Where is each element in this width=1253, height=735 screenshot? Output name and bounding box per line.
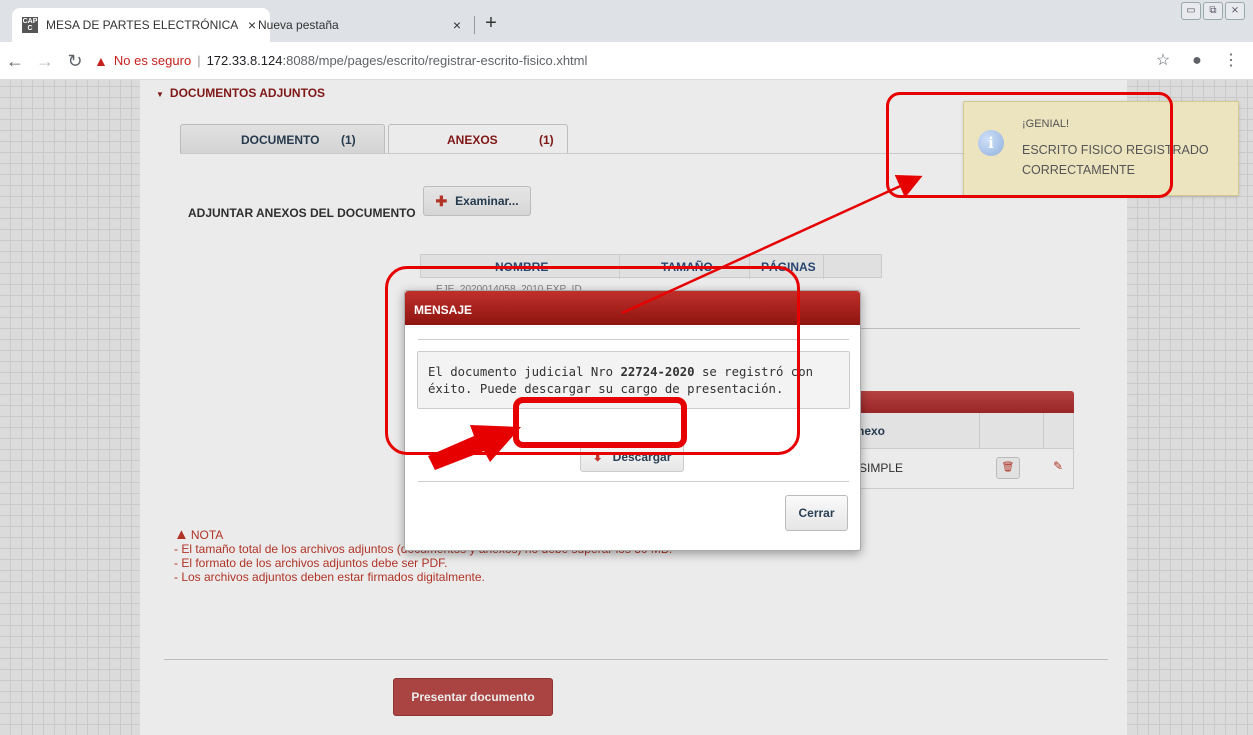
window-controls: ▭ ⧉ ⨯ xyxy=(1181,2,1245,20)
minimize-icon[interactable]: ▭ xyxy=(1181,2,1201,20)
address-separator: | xyxy=(197,53,201,68)
browser-tab-bar: CAP C MESA DE PARTES ELECTRÓNICA × Nueva … xyxy=(0,0,1253,42)
forward-icon[interactable]: → xyxy=(30,46,60,76)
tab-separator xyxy=(474,16,475,34)
browser-tab-new[interactable]: Nueva pestaña × xyxy=(246,8,471,42)
site-favicon-icon: CAP C xyxy=(22,17,38,33)
restore-icon[interactable]: ⧉ xyxy=(1203,2,1223,20)
browser-tab-active[interactable]: CAP C MESA DE PARTES ELECTRÓNICA × xyxy=(12,8,270,42)
close-icon[interactable]: × xyxy=(449,17,465,33)
close-window-icon[interactable]: ⨯ xyxy=(1225,2,1245,20)
toolbar-actions: ☆ ● ⋮ xyxy=(1151,49,1243,73)
annotation-box-notification xyxy=(886,92,1173,198)
warning-icon: ▲ xyxy=(94,52,108,69)
new-tab-button[interactable]: + xyxy=(478,10,504,36)
address-bar[interactable]: ▲ No es seguro | 172.33.8.124:8088/mpe/p… xyxy=(94,46,1151,76)
url-host: 172.33.8.124 xyxy=(206,53,283,68)
tab-title: MESA DE PARTES ELECTRÓNICA xyxy=(46,18,239,32)
menu-icon[interactable]: ⋮ xyxy=(1219,49,1243,73)
profile-icon[interactable]: ● xyxy=(1185,49,1209,73)
divider xyxy=(418,481,849,482)
annotation-box-download xyxy=(513,397,687,448)
reload-icon[interactable]: ↻ xyxy=(60,46,90,76)
url-path: :8088/mpe/pages/escrito/registrar-escrit… xyxy=(282,53,588,68)
back-icon[interactable]: ← xyxy=(0,46,30,76)
close-button[interactable]: Cerrar xyxy=(785,495,848,531)
insecure-label: No es seguro xyxy=(113,53,192,68)
bookmark-star-icon[interactable]: ☆ xyxy=(1151,49,1175,73)
tab-title: Nueva pestaña xyxy=(258,18,339,32)
browser-toolbar: ← → ↻ ▲ No es seguro | 172.33.8.124:8088… xyxy=(0,42,1253,80)
